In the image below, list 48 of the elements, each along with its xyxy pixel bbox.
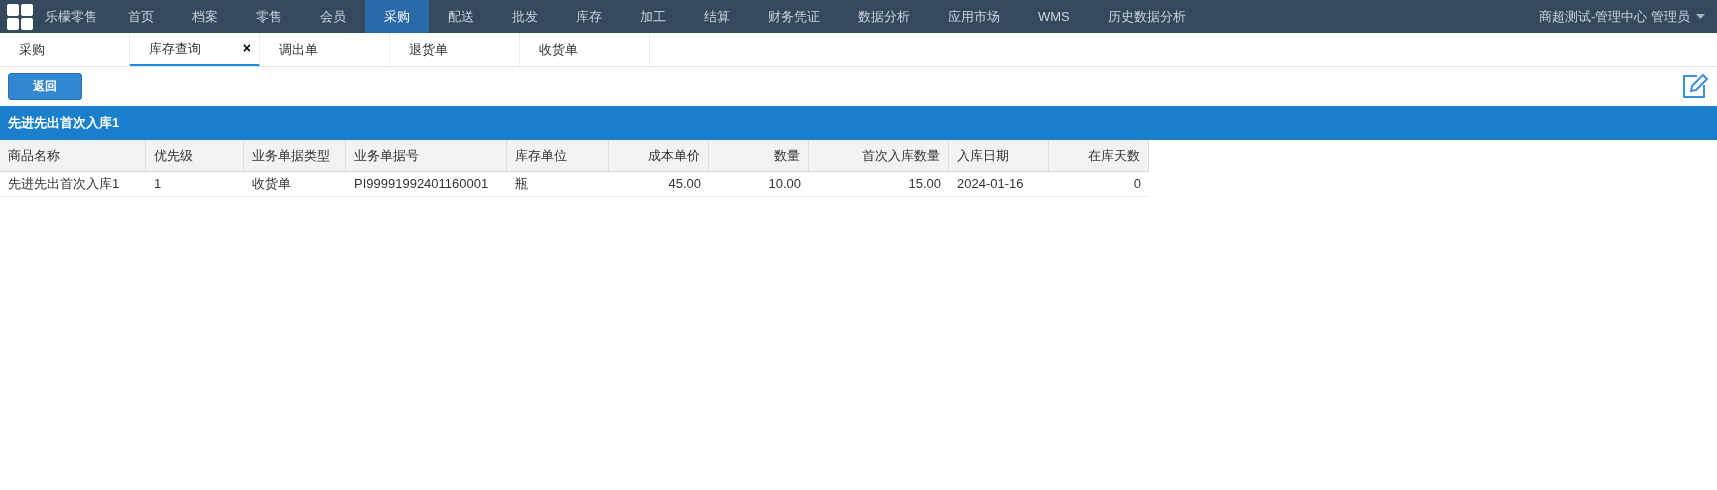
- column-header: 在库天数: [1049, 140, 1149, 171]
- caret-icon: [1696, 14, 1705, 19]
- column-header: 数量: [709, 140, 809, 171]
- table-cell-text: PI99991992401160001: [353, 175, 490, 194]
- table-cell-text: 45.00: [667, 175, 702, 194]
- nav-item[interactable]: 会员: [301, 0, 365, 33]
- nav-item[interactable]: 批发: [493, 0, 557, 33]
- tab[interactable]: 库存查询 ×: [130, 33, 260, 66]
- grid-logo-icon: [7, 3, 33, 30]
- panel-title: 先进先出首次入库1: [0, 106, 1717, 140]
- nav-item[interactable]: 档案: [173, 0, 237, 33]
- back-button[interactable]: 返回: [8, 72, 82, 100]
- table-cell-text: 10.00: [767, 175, 802, 194]
- table-cell-text: 2024-01-16: [956, 175, 1025, 194]
- table-cell-text: 收货单: [251, 175, 292, 194]
- column-header: 优先级: [146, 140, 244, 171]
- nav-item[interactable]: 采购: [365, 0, 429, 33]
- nav-item[interactable]: WMS: [1019, 0, 1089, 33]
- tab[interactable]: 采购: [0, 33, 130, 66]
- nav-item[interactable]: 应用市场: [929, 0, 1019, 33]
- column-header: 首次入库数量: [809, 140, 949, 171]
- table-cell-text: 0: [1132, 175, 1142, 194]
- close-icon[interactable]: ×: [242, 38, 251, 59]
- tab[interactable]: 收货单: [520, 33, 650, 66]
- edit-icon[interactable]: [1681, 73, 1709, 99]
- nav-item[interactable]: 库存: [557, 0, 621, 33]
- user-menu[interactable]: 商超测试-管理中心 管理员: [1539, 0, 1717, 33]
- nav-item[interactable]: 数据分析: [839, 0, 929, 33]
- table-cell-text: 先进先出首次入库1: [7, 175, 121, 194]
- nav-item[interactable]: 加工: [621, 0, 685, 33]
- table-cell-text: 15.00: [907, 175, 942, 194]
- tab[interactable]: 调出单: [260, 33, 390, 66]
- nav-item[interactable]: 首页: [109, 0, 173, 33]
- column-header: 库存单位: [507, 140, 609, 171]
- nav-item[interactable]: 财务凭证: [749, 0, 839, 33]
- nav-item[interactable]: 历史数据分析: [1088, 0, 1205, 33]
- table-cell-text: 1: [153, 175, 163, 194]
- column-header: 入库日期: [949, 140, 1049, 171]
- nav-item[interactable]: 配送: [429, 0, 493, 33]
- brand-name: 乐檬零售: [45, 7, 98, 26]
- nav-item[interactable]: 结算: [685, 0, 749, 33]
- tab[interactable]: 退货单: [390, 33, 520, 66]
- table-cell-text: 瓶: [514, 175, 529, 194]
- nav-item[interactable]: 零售: [237, 0, 301, 33]
- column-header: 业务单据类型: [244, 140, 346, 171]
- column-header: 商品名称: [0, 140, 146, 171]
- column-header: 业务单据号: [346, 140, 507, 171]
- column-header: 成本单价: [609, 140, 709, 171]
